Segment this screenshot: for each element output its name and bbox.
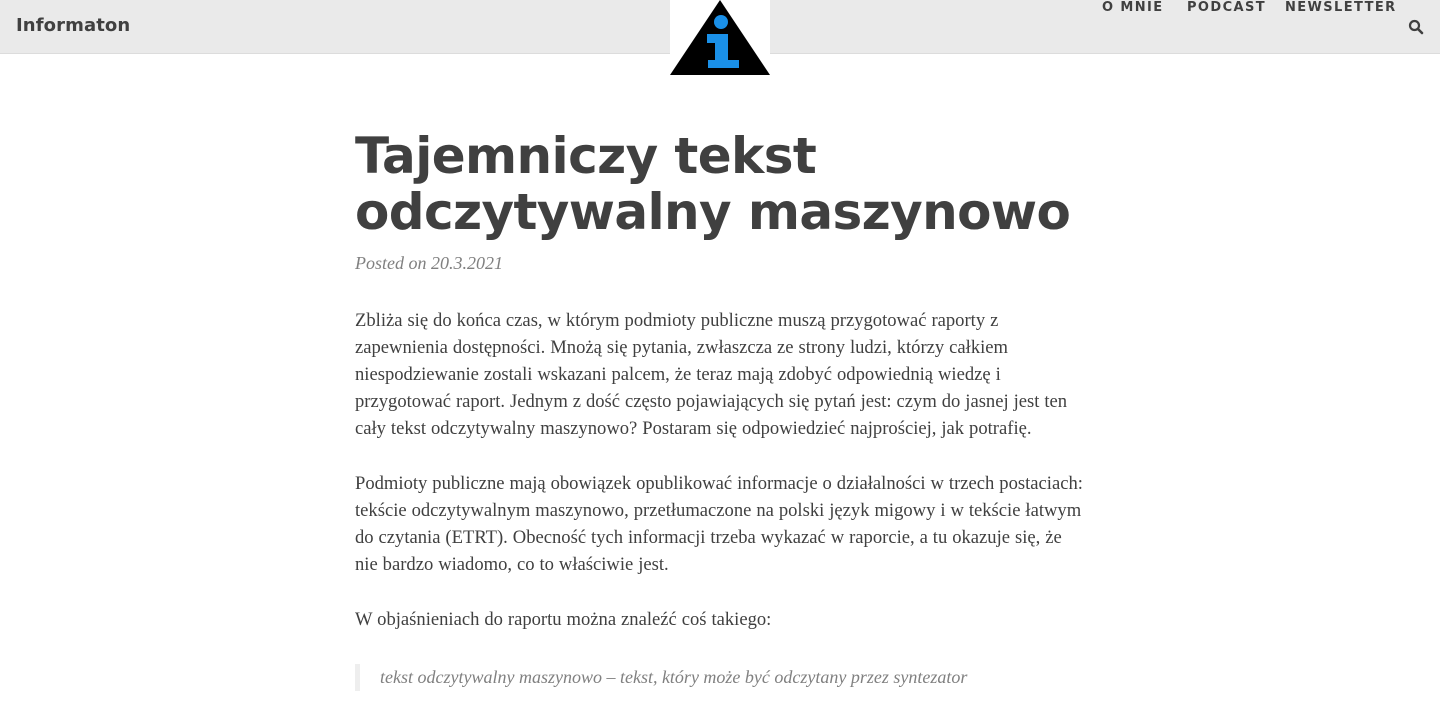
site-brand-link[interactable]: Informaton xyxy=(16,15,130,36)
post-title-line-2: odczytywalny maszynowo xyxy=(355,183,1071,241)
nav-item-newsletter[interactable]: NEWSLETTER xyxy=(1285,0,1397,15)
blog-post: Tajemniczy tekst odczytywalny maszynowo … xyxy=(355,128,1085,691)
search-icon xyxy=(1408,19,1424,35)
post-title-line-1: Tajemniczy tekst xyxy=(355,127,817,185)
post-title: Tajemniczy tekst odczytywalny maszynowo xyxy=(355,128,1085,240)
nav-item-o-mnie[interactable]: O MNIE xyxy=(1102,0,1164,15)
nav-item-podcast[interactable]: PODCAST xyxy=(1187,0,1266,15)
info-triangle-logo-icon xyxy=(670,0,770,75)
post-blockquote: tekst odczytywalny maszynowo – tekst, kt… xyxy=(355,664,1085,691)
post-date: Posted on 20.3.2021 xyxy=(355,253,503,273)
post-paragraph: Zbliża się do końca czas, w którym podmi… xyxy=(355,310,1068,439)
post-body: Zbliża się do końca czas, w którym podmi… xyxy=(355,307,1085,691)
post-paragraph: Podmioty publiczne mają obowiązek opubli… xyxy=(355,473,1083,575)
top-navbar: Informaton O MNIE PODCAST NEWSLETTER xyxy=(0,0,1440,78)
search-button[interactable] xyxy=(1408,19,1424,35)
site-logo[interactable] xyxy=(670,0,770,78)
post-paragraph: W objaśnieniach do raportu można znaleźć… xyxy=(355,609,772,630)
